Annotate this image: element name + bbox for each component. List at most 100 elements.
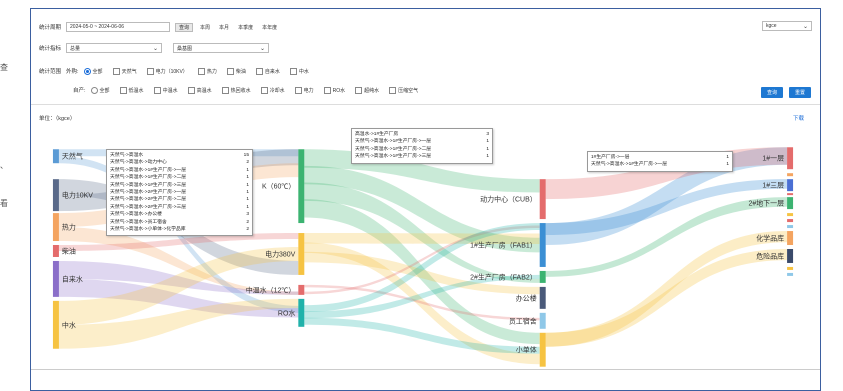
scope-option[interactable]: 冷却水 xyxy=(260,86,285,94)
tooltip-row: 天然气->高温水->2#生产厂房->一层 1 xyxy=(110,189,249,196)
source-node[interactable] xyxy=(52,149,59,164)
source-node[interactable] xyxy=(52,300,59,349)
metric-select-value: 总量 xyxy=(70,45,81,52)
building-node[interactable] xyxy=(539,312,546,329)
checkbox-icon[interactable] xyxy=(255,67,263,75)
metric-row: 统计指标 总量 ⌄ 桑基图 ⌄ xyxy=(39,42,270,54)
area-minor-node[interactable] xyxy=(787,266,794,270)
download-link[interactable]: 下载 xyxy=(793,114,804,122)
view-select[interactable]: 桑基图 ⌄ xyxy=(173,43,270,53)
area-label: 化学品库 xyxy=(756,234,784,243)
medium-label: RO水 xyxy=(278,308,295,317)
checkbox-icon[interactable] xyxy=(389,86,397,94)
edge-mark-2: 、 xyxy=(0,161,8,170)
checkbox-icon[interactable] xyxy=(197,67,205,75)
scope-option[interactable]: 柴油 xyxy=(226,67,246,75)
tooltip-value: 2 xyxy=(246,160,249,166)
checkbox-icon[interactable] xyxy=(221,86,229,94)
scope-option[interactable]: 压缩空气 xyxy=(389,86,418,94)
radio-icon[interactable] xyxy=(83,67,91,75)
tooltip-path: 天然气->高温水->1#生产厂房->二层 xyxy=(110,175,187,181)
scope-option-label: 全部 xyxy=(92,68,103,75)
scope-option[interactable]: 超纯水 xyxy=(355,86,379,94)
area-node[interactable] xyxy=(787,197,794,210)
source-node[interactable] xyxy=(52,179,59,212)
scope-option[interactable]: 电力 xyxy=(294,86,314,94)
scope-option[interactable]: 自来水 xyxy=(255,67,280,75)
checkbox-icon[interactable] xyxy=(112,67,120,75)
scope-option[interactable]: 全部 xyxy=(83,67,103,75)
scope-option[interactable]: 中温水 xyxy=(153,86,178,94)
checkbox-icon[interactable] xyxy=(355,86,363,94)
building-node[interactable] xyxy=(539,286,546,309)
date-range-value: 2024-05-0 ~ 2024-06-06 xyxy=(70,24,125,30)
quick-week[interactable]: 本周 xyxy=(198,24,212,31)
area-label: 危险品库 xyxy=(756,251,784,260)
scope-option-label: 低温水 xyxy=(128,87,144,94)
area-node[interactable] xyxy=(787,179,794,192)
tooltip-row: 天然气->高温水->1#生产厂房->三层 1 xyxy=(110,182,249,189)
quick-year[interactable]: 本年度 xyxy=(260,24,279,31)
medium-node[interactable] xyxy=(298,284,305,295)
chevron-down-icon: ⌄ xyxy=(259,45,266,52)
checkbox-icon[interactable] xyxy=(119,86,127,94)
report-panel: 统计周期 2024-05-0 ~ 2024-06-06 查询 本周 本月 本季度… xyxy=(30,8,821,391)
area-node[interactable] xyxy=(787,147,794,170)
date-range-input[interactable]: 2024-05-0 ~ 2024-06-06 xyxy=(66,22,171,32)
checkbox-icon[interactable] xyxy=(260,86,268,94)
query-button[interactable]: 查询 xyxy=(761,87,783,98)
scope-option[interactable]: 热回收水 xyxy=(221,86,251,94)
source-node[interactable] xyxy=(52,213,59,242)
checkbox-icon[interactable] xyxy=(187,86,195,94)
checkbox-icon[interactable] xyxy=(294,86,302,94)
scope-option[interactable]: 高温水 xyxy=(187,86,212,94)
source-label: 电力10KV xyxy=(62,191,93,200)
period-query-button[interactable]: 查询 xyxy=(175,22,194,32)
scope-option[interactable]: 低温水 xyxy=(119,86,144,94)
checkbox-icon[interactable] xyxy=(146,67,154,75)
tooltip-value: 1 xyxy=(486,139,489,145)
outer-options: 全部 天然气 电力（10KV） 热力 柴油 自来水 中水 xyxy=(83,67,319,75)
scope-option[interactable]: 电力（10KV） xyxy=(146,67,188,75)
area-minor-node[interactable] xyxy=(787,225,794,229)
area-minor-node[interactable] xyxy=(787,173,794,177)
building-node[interactable] xyxy=(539,223,546,267)
reset-button[interactable]: 重置 xyxy=(789,87,811,98)
building-label: 小单体 xyxy=(516,345,537,354)
source-label: 热力 xyxy=(62,223,76,232)
area-minor-node[interactable] xyxy=(787,213,794,217)
metric-select[interactable]: 总量 ⌄ xyxy=(66,43,163,53)
source-node[interactable] xyxy=(52,260,59,297)
checkbox-icon[interactable] xyxy=(153,86,161,94)
tooltip-value: 1 xyxy=(486,154,489,160)
area-node[interactable] xyxy=(787,248,794,263)
unit-select[interactable]: kgce ⌄ xyxy=(762,21,812,31)
quick-quarter[interactable]: 本季度 xyxy=(236,24,255,31)
tooltip-path: 天然气->高温水->1#生产厂房->一层 xyxy=(110,167,187,173)
building-node[interactable] xyxy=(539,179,546,220)
scope-option[interactable]: 中水 xyxy=(289,67,309,75)
checkbox-icon[interactable] xyxy=(289,67,297,75)
medium-node[interactable] xyxy=(298,298,305,327)
medium-node[interactable] xyxy=(298,233,305,275)
tooltip-row: 天然气->高温水 15 xyxy=(110,152,249,159)
area-node[interactable] xyxy=(787,231,794,246)
building-node[interactable] xyxy=(539,332,546,367)
scope-option[interactable]: 天然气 xyxy=(112,67,137,75)
area-minor-node[interactable] xyxy=(787,219,794,223)
scope-option[interactable]: RO水 xyxy=(323,86,345,94)
building-node[interactable] xyxy=(539,270,546,283)
radio-icon[interactable] xyxy=(90,86,98,94)
scope-option[interactable]: 热力 xyxy=(197,67,217,75)
checkbox-icon[interactable] xyxy=(323,86,331,94)
area-minor-node[interactable] xyxy=(787,193,794,196)
medium-node[interactable] xyxy=(298,149,305,224)
chevron-down-icon: ⌄ xyxy=(152,45,159,52)
scope-option[interactable]: 全部 xyxy=(90,86,110,94)
quick-month[interactable]: 本月 xyxy=(217,24,231,31)
source-node[interactable] xyxy=(52,245,59,257)
checkbox-icon[interactable] xyxy=(226,67,234,75)
area-minor-node[interactable] xyxy=(787,272,794,276)
tooltip-value: 1 xyxy=(246,175,249,181)
scope-option-label: 电力 xyxy=(303,87,314,94)
